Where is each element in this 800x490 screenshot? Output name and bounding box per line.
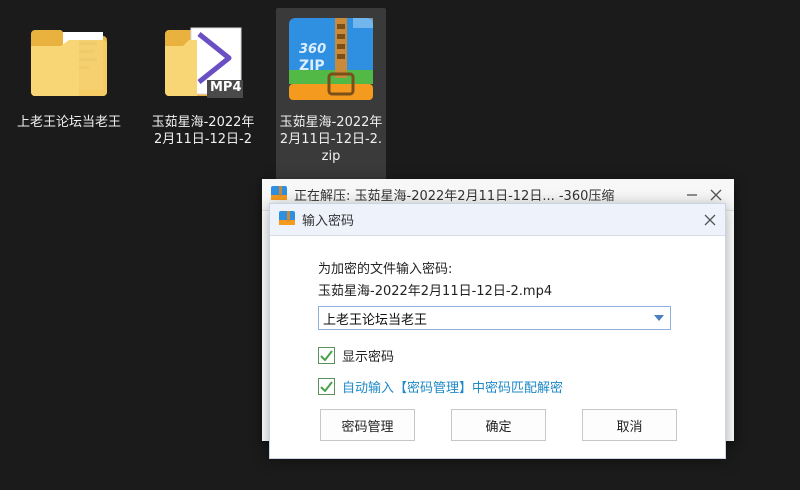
progress-window-title: 正在解压: 玉茹星海-2022年2月11日-12日... -360压缩 [294, 189, 615, 204]
auto-input-label[interactable]: 自动输入【密码管理】中密码匹配解密 [342, 377, 563, 396]
zip-badge-360: 360 [299, 42, 327, 57]
password-dialog: 输入密码 为加密的文件输入密码: 玉茹星海-2022年2月11日-12日-2.m… [269, 203, 726, 459]
folder-icon [21, 12, 117, 108]
minimize-icon [687, 194, 697, 196]
cancel-button[interactable]: 取消 [582, 409, 677, 441]
zip-archive-icon: 360 ZIP [283, 12, 379, 108]
archive-app-icon [278, 210, 296, 230]
show-password-label: 显示密码 [342, 350, 395, 365]
checkmark-icon [320, 381, 333, 392]
show-password-row[interactable]: 显示密码 [318, 346, 671, 365]
zip-badge-zip: ZIP [299, 58, 325, 74]
dialog-titlebar[interactable]: 输入密码 [270, 204, 725, 236]
desktop-icon-zip[interactable]: 360 ZIP 玉茹星海-2022年2月11日-12日-2.zip [276, 8, 386, 180]
dialog-buttons: 密码管理 确定 取消 [320, 409, 677, 441]
close-icon [704, 214, 716, 226]
desktop: 上老王论坛当老王 MP4 玉茹星海-2022年2月11日-12日-2 360 Z… [0, 0, 800, 490]
chevron-down-icon[interactable] [654, 315, 664, 321]
password-prompt: 为加密的文件输入密码: [318, 262, 453, 277]
mp4-badge: MP4 [210, 80, 242, 95]
dialog-close-button[interactable] [698, 208, 722, 232]
ok-button[interactable]: 确定 [451, 409, 546, 441]
dialog-title: 输入密码 [302, 214, 355, 229]
dialog-body: 为加密的文件输入密码: 玉茹星海-2022年2月11日-12日-2.mp4 显示… [318, 260, 671, 396]
password-manager-button[interactable]: 密码管理 [320, 409, 415, 441]
desktop-icon-label: 玉茹星海-2022年2月11日-12日-2 [151, 115, 255, 147]
desktop-icon-label: 上老王论坛当老王 [17, 115, 122, 130]
archive-app-icon [270, 185, 288, 205]
desktop-icon-folder-mp4[interactable]: MP4 玉茹星海-2022年2月11日-12日-2 [148, 8, 258, 148]
close-icon [710, 189, 722, 201]
checkmark-icon [320, 350, 333, 361]
desktop-icon-label: 玉茹星海-2022年2月11日-12日-2.zip [279, 115, 383, 164]
auto-input-row[interactable]: 自动输入【密码管理】中密码匹配解密 [318, 377, 671, 396]
target-filename: 玉茹星海-2022年2月11日-12日-2.mp4 [318, 284, 553, 299]
show-password-checkbox[interactable] [318, 347, 335, 364]
password-input[interactable] [323, 308, 643, 328]
folder-mp4-icon: MP4 [155, 12, 251, 108]
password-combobox[interactable] [318, 306, 671, 330]
desktop-icon-folder-laowang[interactable]: 上老王论坛当老王 [14, 8, 124, 131]
auto-input-checkbox[interactable] [318, 378, 335, 395]
